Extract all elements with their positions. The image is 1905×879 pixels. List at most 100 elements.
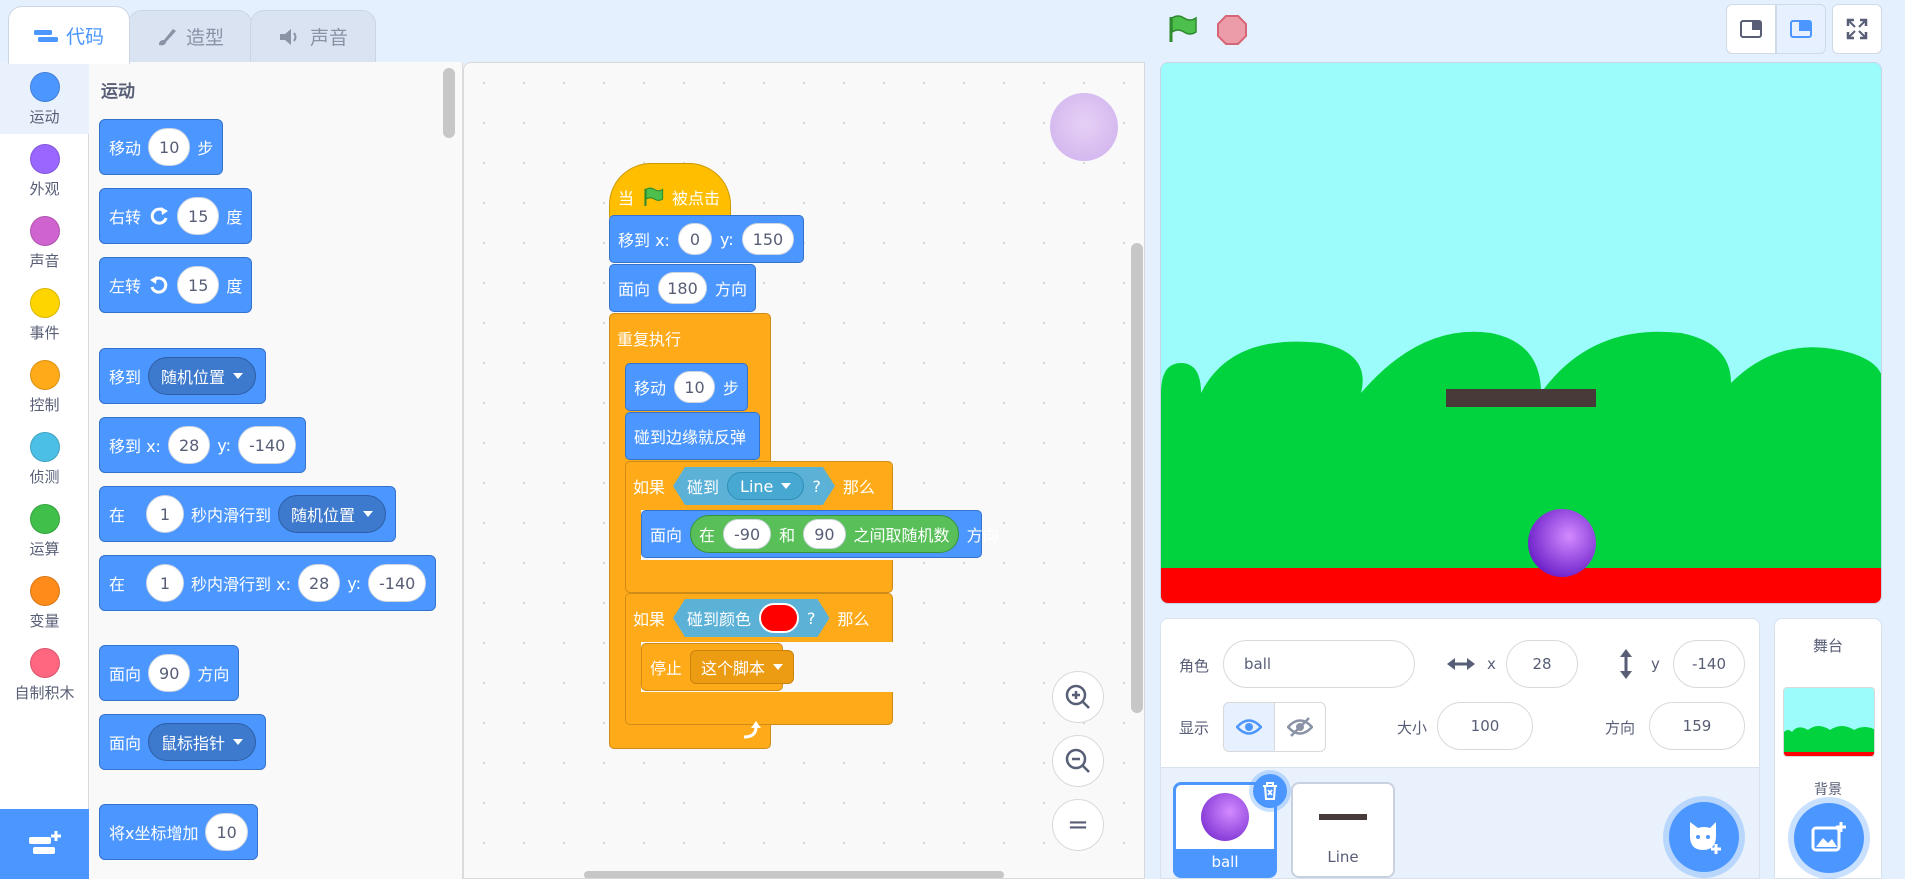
category-motion[interactable]: 运动 bbox=[0, 62, 89, 134]
zoom-out-button[interactable] bbox=[1052, 735, 1104, 787]
add-extension-button[interactable] bbox=[0, 809, 89, 879]
x-input[interactable]: 28 bbox=[167, 426, 211, 464]
towards-target-dropdown[interactable]: 鼠标指针 bbox=[148, 723, 257, 761]
tab-code[interactable]: 代码 bbox=[8, 6, 130, 64]
hide-sprite-button[interactable] bbox=[1274, 702, 1326, 752]
image-add-icon bbox=[1811, 822, 1846, 852]
palette-scrollbar[interactable] bbox=[443, 68, 455, 138]
move-steps-block[interactable]: 移动 10 步 bbox=[625, 363, 748, 411]
block-text: 秒内滑行到 bbox=[191, 506, 272, 525]
x-input[interactable]: 0 bbox=[677, 223, 712, 255]
seconds-input[interactable]: 1 bbox=[146, 564, 185, 602]
y-position-field[interactable]: -140 bbox=[1673, 640, 1745, 688]
direction-label: 方向 bbox=[1605, 719, 1636, 737]
workspace-vertical-scrollbar[interactable] bbox=[1131, 243, 1143, 713]
vertical-arrows-icon bbox=[1620, 649, 1632, 679]
block-glide-to[interactable]: 在 1 秒内滑行到 随机位置 bbox=[99, 486, 397, 542]
sprite-name-field[interactable]: ball bbox=[1223, 640, 1415, 688]
stage-target-pane[interactable]: 舞台 背景 bbox=[1774, 618, 1882, 879]
direction-input[interactable]: 90 bbox=[148, 654, 191, 692]
chevron-down-icon bbox=[233, 373, 244, 379]
y-input[interactable]: 150 bbox=[741, 223, 795, 255]
random-from-input[interactable]: -90 bbox=[723, 519, 772, 549]
small-stage-button[interactable] bbox=[1726, 4, 1776, 54]
y-input[interactable]: -140 bbox=[368, 564, 427, 602]
block-text: 步 bbox=[197, 139, 214, 158]
direction-input[interactable]: 180 bbox=[658, 272, 707, 304]
random-to-input[interactable]: 90 bbox=[803, 519, 846, 549]
point-direction-block[interactable]: 面向 180 方向 bbox=[609, 264, 756, 312]
block-goto[interactable]: 移到 随机位置 bbox=[99, 348, 267, 404]
category-operators[interactable]: 运算 bbox=[0, 494, 89, 566]
zoom-reset-button[interactable]: = bbox=[1052, 799, 1104, 851]
random-operator[interactable]: 在 -90 和 90 之间取随机数 bbox=[690, 515, 959, 553]
backdrop-thumbnail[interactable] bbox=[1783, 687, 1875, 757]
stop-block[interactable]: 停止 这个脚本 bbox=[641, 643, 795, 691]
sprite-name: ball bbox=[1176, 849, 1274, 875]
direction-field[interactable]: 159 bbox=[1649, 702, 1745, 750]
chevron-down-icon bbox=[233, 739, 244, 745]
script-workspace[interactable]: 当 被点击 移到 x: 0 y: 150 面向 180 方向 重复执行 移动 1… bbox=[463, 62, 1145, 879]
goto-target-dropdown[interactable]: 随机位置 bbox=[148, 357, 257, 395]
delete-sprite-button[interactable] bbox=[1253, 774, 1287, 808]
category-dot-icon bbox=[29, 576, 60, 606]
normal-stage-button[interactable] bbox=[1776, 4, 1826, 54]
palette-section-title: 运动 bbox=[101, 82, 135, 102]
x-position-field[interactable]: 28 bbox=[1506, 640, 1578, 688]
block-turn-right[interactable]: 右转 15 度 bbox=[99, 188, 253, 244]
touching-sprite-condition[interactable]: 碰到 Line ? bbox=[673, 467, 835, 505]
show-sprite-button[interactable] bbox=[1223, 702, 1275, 752]
block-point-direction[interactable]: 面向 90 方向 bbox=[99, 645, 240, 701]
color-swatch[interactable] bbox=[759, 603, 799, 633]
block-text: 碰到边缘就反弹 bbox=[634, 428, 747, 447]
glide-target-dropdown[interactable]: 随机位置 bbox=[278, 495, 387, 533]
block-turn-left[interactable]: 左转 15 度 bbox=[99, 257, 253, 313]
add-backdrop-button[interactable] bbox=[1794, 803, 1864, 873]
block-text: 之间取随机数 bbox=[853, 526, 950, 545]
touching-target-dropdown[interactable]: Line bbox=[727, 472, 804, 500]
fullscreen-button[interactable] bbox=[1832, 4, 1882, 54]
category-sound[interactable]: 声音 bbox=[0, 206, 89, 278]
block-point-towards[interactable]: 面向 鼠标指针 bbox=[99, 714, 267, 770]
workspace-horizontal-scrollbar[interactable] bbox=[584, 871, 1004, 878]
size-field[interactable]: 100 bbox=[1437, 702, 1533, 750]
block-text: 左转 bbox=[109, 277, 142, 296]
change-x-input[interactable]: 10 bbox=[205, 813, 248, 851]
point-random-direction-block[interactable]: 面向 在 -90 和 90 之间取随机数 方向 bbox=[641, 510, 999, 558]
category-control[interactable]: 控制 bbox=[0, 350, 89, 422]
degrees-input[interactable]: 15 bbox=[177, 197, 220, 235]
block-move-steps[interactable]: 移动 10 步 bbox=[99, 119, 224, 175]
stop-option-dropdown[interactable]: 这个脚本 bbox=[690, 650, 795, 684]
degrees-input[interactable]: 15 bbox=[177, 266, 220, 304]
category-looks[interactable]: 外观 bbox=[0, 134, 89, 206]
block-goto-xy[interactable]: 移到 x: 28 y: -140 bbox=[99, 417, 307, 473]
size-label: 大小 bbox=[1397, 719, 1428, 737]
add-sprite-button[interactable] bbox=[1669, 802, 1739, 872]
zoom-out-icon bbox=[1065, 748, 1090, 773]
x-input[interactable]: 28 bbox=[297, 564, 341, 602]
steps-input[interactable]: 10 bbox=[674, 371, 715, 403]
tab-costumes[interactable]: 造型 bbox=[128, 10, 252, 62]
sprite-card-line[interactable]: Line bbox=[1291, 782, 1395, 878]
eye-slash-icon bbox=[1287, 717, 1313, 737]
block-change-x[interactable]: 将x坐标增加 10 bbox=[99, 804, 258, 860]
seconds-input[interactable]: 1 bbox=[146, 495, 185, 533]
when-flag-clicked-hat[interactable]: 当 被点击 bbox=[609, 163, 731, 221]
category-events[interactable]: 事件 bbox=[0, 278, 89, 350]
green-flag-icon[interactable] bbox=[1166, 14, 1198, 44]
backdrop-label: 背景 bbox=[1814, 782, 1842, 798]
category-my-blocks[interactable]: 自制积木 bbox=[0, 638, 89, 710]
block-glide-xy[interactable]: 在 1 秒内滑行到 x: 28 y: -140 bbox=[99, 555, 437, 611]
category-variables[interactable]: 变量 bbox=[0, 566, 89, 638]
tab-sounds[interactable]: 声音 bbox=[250, 10, 376, 62]
goto-xy-block[interactable]: 移到 x: 0 y: 150 bbox=[609, 215, 804, 263]
bounce-on-edge-block[interactable]: 碰到边缘就反弹 bbox=[625, 412, 760, 460]
y-input[interactable]: -140 bbox=[238, 426, 297, 464]
category-sensing[interactable]: 侦测 bbox=[0, 422, 89, 494]
zoom-in-button[interactable] bbox=[1052, 671, 1104, 723]
touching-color-condition[interactable]: 碰到颜色 ? bbox=[673, 599, 830, 637]
stop-icon[interactable] bbox=[1216, 14, 1248, 46]
steps-input[interactable]: 10 bbox=[148, 128, 191, 166]
stage-canvas[interactable] bbox=[1160, 62, 1882, 604]
chevron-down-icon bbox=[773, 664, 784, 670]
